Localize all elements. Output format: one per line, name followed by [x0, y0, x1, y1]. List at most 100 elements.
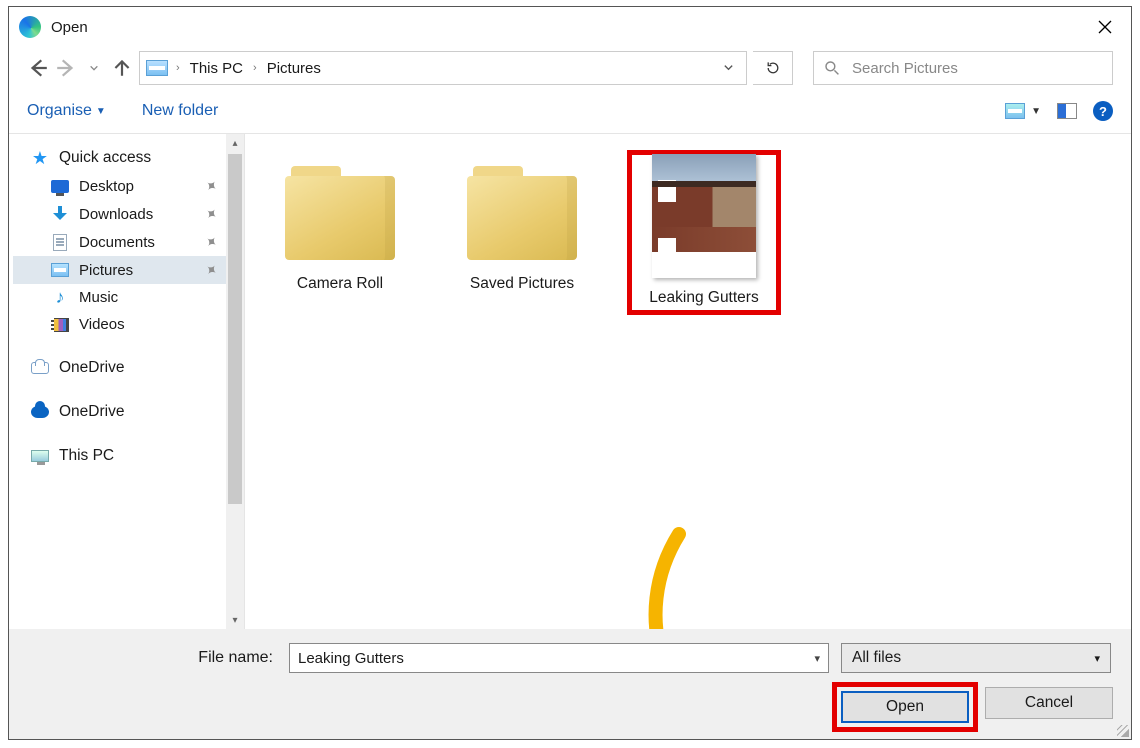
- breadcrumb-bar[interactable]: › This PC › Pictures: [139, 51, 747, 85]
- nav-forward-button[interactable]: [55, 57, 77, 79]
- breadcrumb-seg-pictures[interactable]: Pictures: [265, 60, 323, 77]
- item-saved-pictures[interactable]: Saved Pictures: [447, 152, 597, 293]
- refresh-button[interactable]: [753, 51, 793, 85]
- open-button[interactable]: Open: [841, 691, 969, 723]
- folder-icon: [467, 166, 577, 260]
- help-icon: ?: [1099, 104, 1107, 119]
- sidebar-wrap: ★ Quick access Desktop ✦ Downloads ✦: [9, 134, 245, 629]
- sidebar-music[interactable]: ♪ Music: [13, 284, 226, 311]
- titlebar: Open: [9, 7, 1131, 47]
- sidebar-onedrive-personal[interactable]: OneDrive: [13, 354, 226, 382]
- resize-grip[interactable]: [1117, 725, 1129, 737]
- quick-access-icon: ★: [31, 150, 49, 166]
- sidebar-label: Pictures: [79, 262, 133, 279]
- pictures-icon: [51, 263, 69, 277]
- item-leaking-gutters[interactable]: Leaking Gutters: [629, 152, 779, 313]
- scroll-thumb[interactable]: [228, 154, 242, 504]
- sidebar-documents[interactable]: Documents ✦: [13, 228, 226, 256]
- combo-dropdown-icon[interactable]: ▾: [1094, 652, 1100, 665]
- search-placeholder: Search Pictures: [852, 60, 958, 77]
- sidebar-onedrive-business[interactable]: OneDrive: [13, 398, 226, 426]
- sidebar-label: Desktop: [79, 178, 134, 195]
- toolbar: Organise ▼ New folder ▼ ?: [9, 89, 1131, 134]
- new-folder-button[interactable]: New folder: [142, 102, 218, 120]
- pin-icon: ✦: [201, 259, 222, 281]
- edge-logo-icon: [19, 16, 41, 38]
- sidebar-label: Quick access: [59, 149, 151, 167]
- file-name-label: File name:: [27, 649, 277, 667]
- cancel-button-label: Cancel: [1025, 694, 1073, 712]
- sidebar-quick-access[interactable]: ★ Quick access: [13, 144, 226, 172]
- image-thumbnail: [652, 154, 756, 278]
- search-icon: [824, 60, 840, 76]
- folder-icon: [285, 166, 395, 260]
- refresh-icon: [765, 60, 781, 76]
- item-camera-roll[interactable]: Camera Roll: [265, 152, 415, 293]
- music-icon: ♪: [51, 290, 69, 306]
- item-label: Saved Pictures: [447, 274, 597, 293]
- sidebar-desktop[interactable]: Desktop ✦: [13, 172, 226, 200]
- cancel-button[interactable]: Cancel: [985, 687, 1113, 719]
- view-menu[interactable]: ▼: [1005, 103, 1041, 119]
- breadcrumb-seg-thispc[interactable]: This PC: [188, 60, 245, 77]
- location-icon: [146, 60, 168, 76]
- open-button-highlight: Open: [837, 687, 973, 727]
- documents-icon: [53, 234, 67, 251]
- nav-back-button[interactable]: [27, 57, 49, 79]
- nav-up-button[interactable]: [111, 57, 133, 79]
- organise-label: Organise: [27, 102, 92, 120]
- item-label: Leaking Gutters: [633, 288, 775, 307]
- close-icon: [1098, 20, 1112, 34]
- organise-menu[interactable]: Organise ▼: [27, 102, 106, 120]
- open-button-label: Open: [886, 698, 924, 716]
- items-view[interactable]: Camera Roll Saved Pictures Leaking Gutte…: [245, 134, 1131, 629]
- preview-pane-toggle[interactable]: [1057, 103, 1077, 119]
- sidebar-downloads[interactable]: Downloads ✦: [13, 200, 226, 228]
- item-label: Camera Roll: [265, 274, 415, 293]
- open-dialog: Open › This PC › Pictures: [8, 6, 1132, 740]
- help-button[interactable]: ?: [1093, 101, 1113, 121]
- filter-label: All files: [852, 649, 901, 667]
- caret-down-icon: ▼: [1031, 106, 1041, 117]
- footer: File name: Leaking Gutters ▾ All files ▾…: [9, 629, 1131, 739]
- sidebar-pictures[interactable]: Pictures ✦: [13, 256, 226, 284]
- scroll-up-icon[interactable]: ▴: [232, 134, 237, 152]
- sidebar-label: Music: [79, 289, 118, 306]
- sidebar-label: This PC: [59, 447, 114, 465]
- scroll-down-icon[interactable]: ▾: [232, 611, 237, 629]
- sidebar-scrollbar[interactable]: ▴ ▾: [226, 134, 244, 629]
- new-folder-label: New folder: [142, 102, 218, 120]
- search-box[interactable]: Search Pictures: [813, 51, 1113, 85]
- nav-history-dropdown[interactable]: [83, 57, 105, 79]
- file-name-input[interactable]: Leaking Gutters ▾: [289, 643, 829, 673]
- sidebar-videos[interactable]: Videos: [13, 311, 226, 338]
- videos-icon: [51, 318, 69, 332]
- close-button[interactable]: [1085, 11, 1125, 43]
- onedrive-filled-icon: [31, 406, 49, 418]
- chevron-right-icon: ›: [249, 62, 261, 74]
- downloads-icon: [52, 206, 68, 222]
- sidebar-label: OneDrive: [59, 403, 124, 421]
- sidebar-label: OneDrive: [59, 359, 124, 377]
- file-name-value: Leaking Gutters: [298, 650, 404, 667]
- breadcrumb-dropdown[interactable]: [717, 60, 740, 77]
- view-icon: [1005, 103, 1025, 119]
- pin-icon: ✦: [201, 175, 222, 197]
- body-area: ★ Quick access Desktop ✦ Downloads ✦: [9, 134, 1131, 629]
- file-type-filter[interactable]: All files ▾: [841, 643, 1111, 673]
- desktop-icon: [51, 180, 69, 193]
- caret-down-icon: ▼: [96, 106, 106, 117]
- onedrive-outline-icon: [31, 362, 49, 374]
- pin-icon: ✦: [201, 203, 222, 225]
- chevron-right-icon: ›: [172, 62, 184, 74]
- sidebar-label: Documents: [79, 234, 155, 251]
- sidebar-this-pc[interactable]: This PC: [13, 442, 226, 470]
- combo-dropdown-icon[interactable]: ▾: [814, 652, 820, 665]
- this-pc-icon: [31, 450, 49, 462]
- nav-row: › This PC › Pictures Search Pictures: [9, 47, 1131, 89]
- sidebar-label: Videos: [79, 316, 125, 333]
- pin-icon: ✦: [201, 231, 222, 253]
- sidebar-label: Downloads: [79, 206, 153, 223]
- window-title: Open: [51, 19, 88, 36]
- navigation-pane: ★ Quick access Desktop ✦ Downloads ✦: [9, 134, 226, 629]
